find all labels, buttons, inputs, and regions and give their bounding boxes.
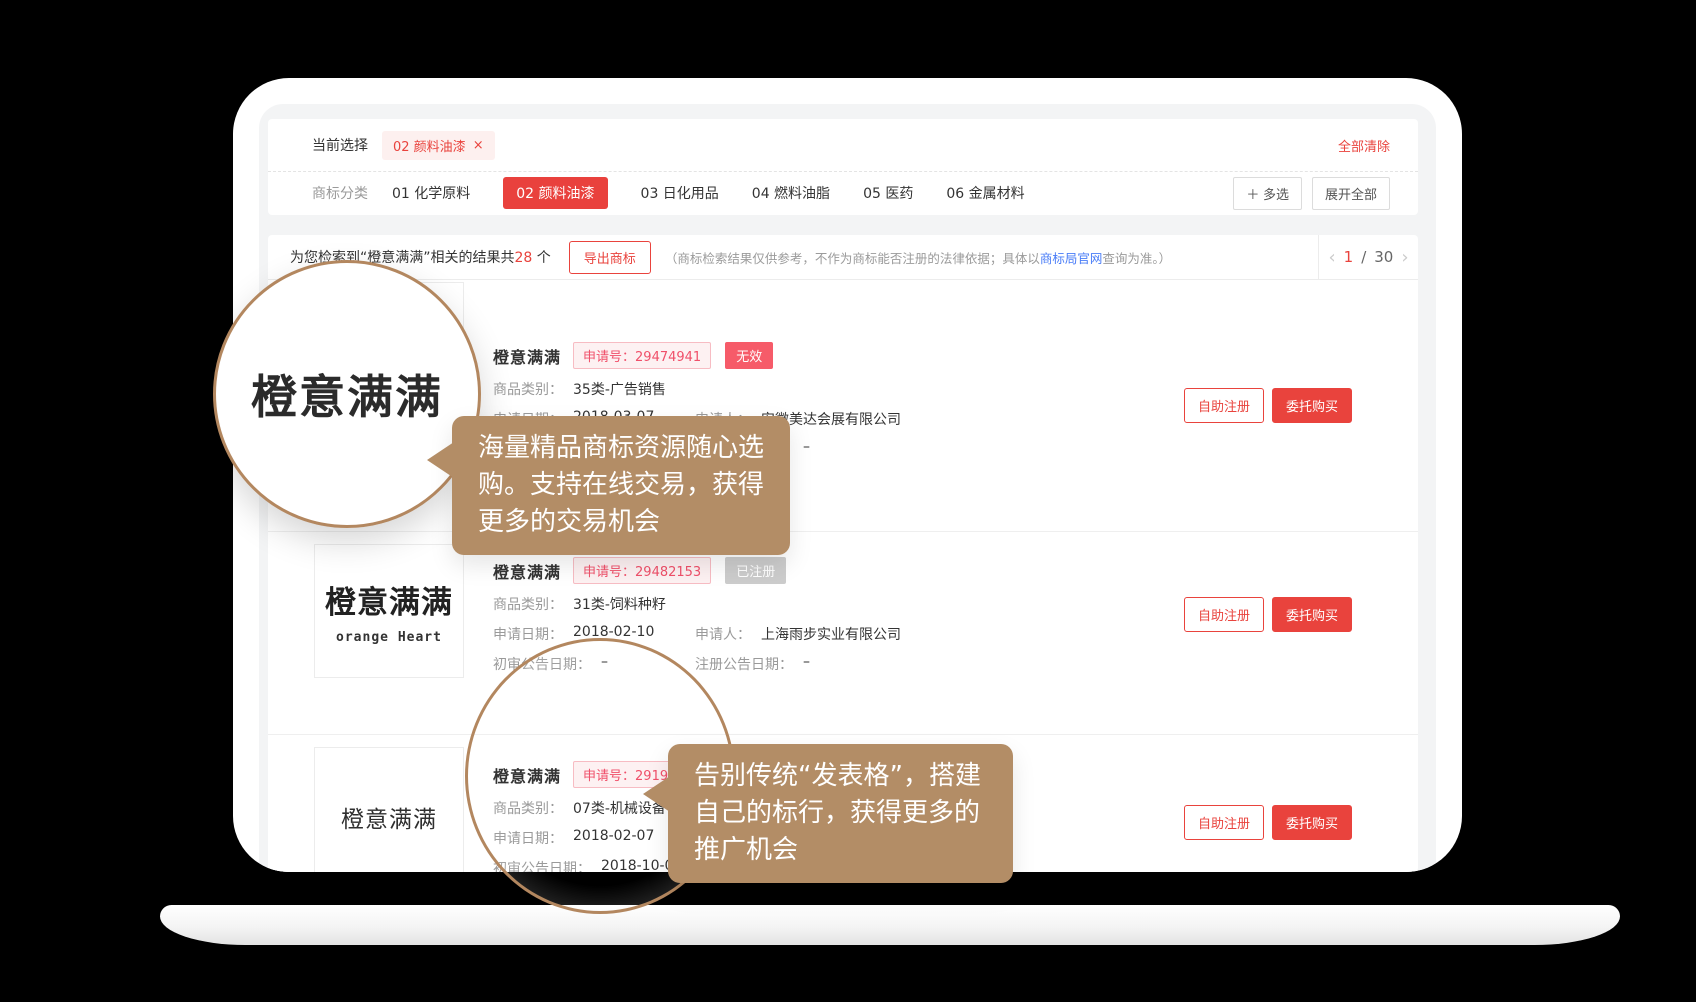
category-item-06[interactable]: 06 金属材料 xyxy=(946,183,1024,203)
results-summary-suffix: 个 xyxy=(532,250,550,266)
trademark-office-link[interactable]: 商标局官网 xyxy=(1040,251,1103,266)
trademark-logo: 橙意满满 xyxy=(314,747,464,872)
selected-filter-tag[interactable]: 02 颜料油漆 × xyxy=(382,131,495,160)
application-number-tag: 申请号：29482153 xyxy=(573,557,711,584)
row-actions: 自助注册 委托购买 xyxy=(1184,805,1352,840)
disclaimer-suffix: 查询为准。） xyxy=(1102,251,1171,266)
selected-filter-tag-label: 02 颜料油漆 xyxy=(393,136,466,155)
detail-line: 商品类别： 31类-饲料种籽 xyxy=(493,594,901,614)
trademark-logo-text: 橙意满满 xyxy=(341,800,437,834)
self-register-button[interactable]: 自助注册 xyxy=(1184,597,1264,632)
application-number-tag: 申请号：29474941 xyxy=(573,342,711,369)
applicant-value: 上海雨步实业有限公司 xyxy=(761,624,901,644)
status-badge: 无效 xyxy=(725,342,773,369)
application-number-value: 29482153 xyxy=(635,565,701,580)
application-number-label: 申请号： xyxy=(583,350,635,365)
application-number-label: 申请号： xyxy=(583,565,635,580)
next-page-icon[interactable]: › xyxy=(1401,247,1408,268)
prev-page-icon[interactable]: ‹ xyxy=(1328,247,1335,268)
category-item-04[interactable]: 04 燃料油脂 xyxy=(752,183,830,203)
row-actions: 自助注册 委托购买 xyxy=(1184,388,1352,423)
detail-line: 商品类别： 35类-广告销售 xyxy=(493,379,901,399)
tooltip-marketplace-text: 海量精品商标资源随心选购。支持在线交易，获得更多的交易机会 xyxy=(478,433,764,537)
category-item-03[interactable]: 03 日化用品 xyxy=(641,183,719,203)
current-selection-row: 当前选择 02 颜料油漆 × 全部清除 xyxy=(268,119,1418,172)
category-field-label: 商品类别： xyxy=(493,379,563,399)
category-nav: 01 化学原料 02 颜料油漆 03 日化用品 04 燃料油脂 05 医药 06… xyxy=(392,177,1025,209)
magnified-trademark-text: 橙意满满 xyxy=(251,361,443,427)
export-trademarks-button[interactable]: 导出商标 xyxy=(569,241,651,274)
expand-all-button[interactable]: 展开全部 xyxy=(1312,177,1390,210)
disclaimer-prefix: （商标检索结果仅供参考，不作为商标能否注册的法律依据；具体以 xyxy=(665,251,1040,266)
total-pages: 30 xyxy=(1374,248,1393,266)
registration-publication-label: 注册公告日期： xyxy=(695,654,793,674)
results-disclaimer: （商标检索结果仅供参考，不作为商标能否注册的法律依据；具体以商标局官网查询为准。… xyxy=(665,248,1318,267)
laptop-base xyxy=(160,905,1620,945)
entrust-buy-button[interactable]: 委托购买 xyxy=(1272,805,1352,840)
category-row: 商标分类 01 化学原料 02 颜料油漆 03 日化用品 04 燃料油脂 05 … xyxy=(268,172,1418,214)
entrust-buy-button[interactable]: 委托购买 xyxy=(1272,597,1352,632)
close-icon[interactable]: × xyxy=(473,139,484,152)
current-page: 1 xyxy=(1344,248,1354,266)
registration-publication-value: – xyxy=(803,654,810,674)
category-item-01[interactable]: 01 化学原料 xyxy=(392,183,470,203)
category-field-label: 商品类别： xyxy=(493,594,563,614)
trademark-logo: 橙意满满 orange Heart xyxy=(314,544,464,678)
table-row: 橙意满满 orange Heart 橙意满满 申请号：29482153 已注册 … xyxy=(268,531,1418,734)
trademark-name: 橙意满满 xyxy=(493,344,561,368)
apply-date-label: 申请日期： xyxy=(493,624,563,644)
pagination: ‹ 1 / 30 › xyxy=(1318,235,1418,279)
category-item-02-active[interactable]: 02 颜料油漆 xyxy=(503,177,607,209)
results-count: 28 xyxy=(515,250,533,266)
results-header: 为您检索到“橙意满满”相关的结果共28 个 导出商标 （商标检索结果仅供参考，不… xyxy=(268,235,1418,280)
current-selection-label: 当前选择 xyxy=(312,135,368,155)
tooltip-promotion: 告别传统“发表格”，搭建自己的标行，获得更多的推广机会 xyxy=(668,744,1013,883)
trademark-name: 橙意满满 xyxy=(493,559,561,583)
magnifier-circle-1: 橙意满满 xyxy=(213,260,481,528)
category-field-value: 35类-广告销售 xyxy=(573,379,666,399)
self-register-button[interactable]: 自助注册 xyxy=(1184,805,1264,840)
trademark-title-line: 橙意满满 申请号：29482153 已注册 xyxy=(493,557,901,584)
filter-card: 当前选择 02 颜料油漆 × 全部清除 商标分类 01 化学原料 02 颜料油漆… xyxy=(268,119,1418,215)
applicant-label: 申请人： xyxy=(695,624,751,644)
tooltip-marketplace: 海量精品商标资源随心选购。支持在线交易，获得更多的交易机会 xyxy=(452,416,790,555)
application-number-value: 29474941 xyxy=(635,350,701,365)
category-item-05[interactable]: 05 医药 xyxy=(863,183,913,203)
status-badge: 已注册 xyxy=(725,557,786,584)
category-actions: ＋ 多选 展开全部 xyxy=(1233,177,1390,210)
trademark-logo-subtext: orange Heart xyxy=(336,630,442,645)
multi-select-button[interactable]: ＋ 多选 xyxy=(1233,177,1302,210)
category-label: 商标分类 xyxy=(312,183,368,203)
registration-publication-value: – xyxy=(803,439,810,459)
self-register-button[interactable]: 自助注册 xyxy=(1184,388,1264,423)
trademark-title-line: 橙意满满 申请号：29474941 无效 xyxy=(493,342,901,369)
category-field-value: 31类-饲料种籽 xyxy=(573,594,666,614)
clear-all-button[interactable]: 全部清除 xyxy=(1338,136,1390,155)
entrust-buy-button[interactable]: 委托购买 xyxy=(1272,388,1352,423)
page-separator: / xyxy=(1361,248,1366,266)
trademark-logo-text: 橙意满满 xyxy=(325,577,453,622)
tooltip-arrow-icon xyxy=(643,776,670,812)
tooltip-promotion-text: 告别传统“发表格”，搭建自己的标行，获得更多的推广机会 xyxy=(694,761,981,865)
detail-line: 申请日期：2018-02-10 申请人：上海雨步实业有限公司 xyxy=(493,624,901,644)
row-actions: 自助注册 委托购买 xyxy=(1184,597,1352,632)
tooltip-arrow-icon xyxy=(427,442,454,478)
